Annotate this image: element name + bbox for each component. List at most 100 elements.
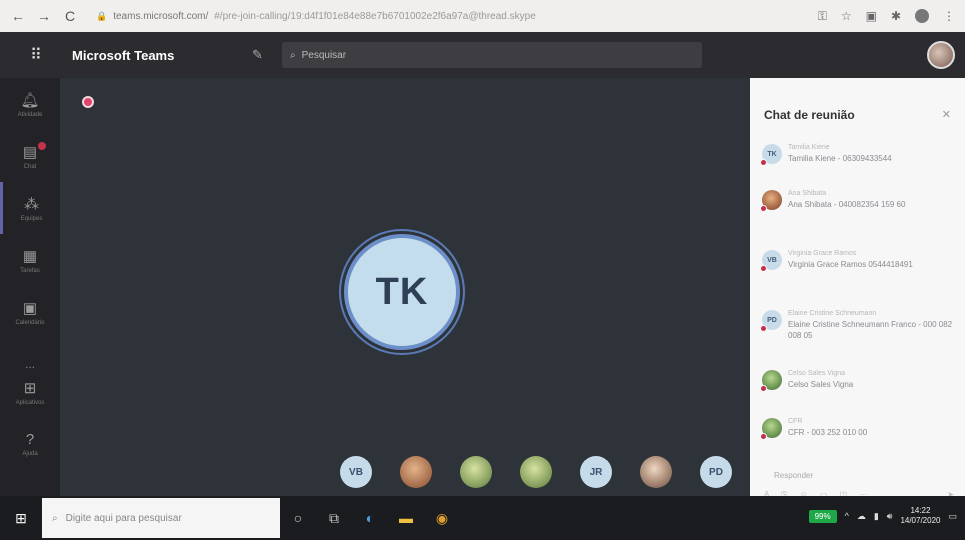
- taskbar-search-input[interactable]: ⌕ Digite aqui para pesquisar: [42, 498, 280, 538]
- app-title: Microsoft Teams: [72, 47, 175, 63]
- participant-avatar[interactable]: PD: [700, 456, 732, 488]
- task-view-icon[interactable]: ⧉: [316, 510, 352, 527]
- browser-toolbar: ← → C 🔒 teams.microsoft.com/ #/pre-join-…: [0, 0, 965, 32]
- participant-avatar[interactable]: [460, 456, 492, 488]
- rail-item-help[interactable]: ? Ajuda: [0, 418, 60, 470]
- reply-input[interactable]: Responder: [774, 471, 813, 480]
- message-text: Virginia Grace Ramos 0544418491: [788, 260, 913, 269]
- rail-item-calendar[interactable]: ▣ Calendário: [0, 286, 60, 338]
- calendar-icon: ▣: [22, 299, 38, 317]
- search-placeholder: Pesquisar: [301, 49, 347, 61]
- chat-message: Ana Shibata Ana Shibata - 040082354 159 …: [760, 190, 954, 212]
- search-input[interactable]: ⌕ Pesquisar: [282, 42, 702, 68]
- chat-icon: ▤: [22, 143, 38, 161]
- back-icon[interactable]: ←: [10, 8, 26, 24]
- browser-profile-icon[interactable]: [915, 9, 929, 23]
- left-rail: 🔔︎ Atividade ▤ Chat ⁂ Equipes ▦ Tarefas …: [0, 78, 60, 496]
- message-text: Celso Sales Vigna: [788, 380, 854, 389]
- url-path: #/pre-join-calling/19:d4f1f01e84e88e7b67…: [214, 10, 536, 22]
- puzzle-icon[interactable]: ✱: [891, 9, 901, 23]
- status-icon: [760, 265, 767, 272]
- active-speaker-avatar[interactable]: TK: [344, 234, 460, 350]
- rail-item-apps[interactable]: ⊞ Aplicativos: [0, 366, 60, 418]
- system-clock[interactable]: 14:22 14/07/2020: [900, 506, 940, 526]
- message-author: CFR: [788, 418, 803, 425]
- participant-strip: VB JR PD: [340, 456, 732, 488]
- compose-icon[interactable]: ✎: [252, 47, 282, 63]
- cloud-icon[interactable]: ☁: [857, 511, 866, 522]
- network-icon[interactable]: ▮: [874, 511, 879, 522]
- message-author: Tamilia Kiene: [788, 144, 830, 151]
- rail-item-assignments[interactable]: ▦ Tarefas: [0, 234, 60, 286]
- taskbar-search-placeholder: Digite aqui para pesquisar: [65, 512, 182, 524]
- rail-label: Equipes: [20, 215, 43, 222]
- volume-icon[interactable]: 🔊︎: [887, 511, 893, 522]
- rail-label: Chat: [23, 163, 37, 170]
- clock-time: 14:22: [910, 506, 931, 515]
- message-text: Elaine Cristine Schneumann Franco - 000 …: [788, 320, 953, 340]
- message-author: Elaine Cristine Schneumann: [788, 310, 877, 317]
- rail-label: Calendário: [15, 319, 45, 326]
- rail-item-teams[interactable]: ⁂ Equipes: [0, 182, 60, 234]
- key-icon[interactable]: ⚿: [818, 9, 827, 24]
- status-icon: [760, 385, 767, 392]
- status-icon: [760, 325, 767, 332]
- meeting-stage: TK VB JR PD: [60, 78, 750, 496]
- chat-message: Celso Sales Vigna Celso Sales Vigna: [760, 370, 954, 392]
- clock-date: 14/07/2020: [900, 516, 941, 525]
- extension-icon[interactable]: ▣: [866, 9, 877, 23]
- search-icon: ⌕: [290, 49, 296, 61]
- rail-label: Atividade: [17, 111, 43, 118]
- edge-icon[interactable]: ◐: [352, 510, 388, 526]
- system-tray: 99% ^ ☁ ▮ 🔊︎ 14:22 14/07/2020 ▭: [808, 506, 957, 526]
- rail-label: Ajuda: [22, 451, 38, 457]
- screen: ← → C 🔒 teams.microsoft.com/ #/pre-join-…: [0, 0, 965, 540]
- forward-icon[interactable]: →: [36, 8, 52, 24]
- rail-item-activity[interactable]: 🔔︎ Atividade: [0, 78, 60, 130]
- url-domain: teams.microsoft.com/: [113, 10, 209, 22]
- message-avatar: [760, 418, 782, 440]
- message-avatar: PD: [760, 310, 782, 332]
- message-text: Ana Shibata - 040082354 159 60: [788, 200, 906, 209]
- menu-icon[interactable]: ⋮: [943, 9, 955, 23]
- reload-icon[interactable]: C: [62, 8, 78, 24]
- participant-avatar[interactable]: [640, 456, 672, 488]
- status-icon: [760, 159, 767, 166]
- address-bar[interactable]: 🔒 teams.microsoft.com/ #/pre-join-callin…: [88, 5, 808, 27]
- chat-message: TK Tamilia Kiene Tamilia Kiene - 0630943…: [760, 144, 954, 166]
- message-text: Tamilia Kiene - 06309433544: [788, 154, 892, 163]
- recording-indicator: [82, 96, 94, 108]
- message-author: Celso Sales Vigna: [788, 370, 846, 377]
- cortana-icon[interactable]: ○: [280, 510, 316, 526]
- rail-item-chat[interactable]: ▤ Chat: [0, 130, 60, 182]
- taskbar: ⊞ ⌕ Digite aqui para pesquisar ○ ⧉ ◐ ▬ ◉…: [0, 496, 965, 540]
- notifications-icon[interactable]: ▭: [948, 511, 957, 522]
- status-icon: [760, 433, 767, 440]
- message-avatar: [760, 190, 782, 212]
- message-avatar: TK: [760, 144, 782, 166]
- participant-avatar[interactable]: [400, 456, 432, 488]
- rail-bottom: ⊞ Aplicativos ? Ajuda: [0, 366, 60, 470]
- rail-label: Aplicativos: [15, 399, 45, 406]
- teams-header: ⠿ Microsoft Teams ✎ ⌕ Pesquisar: [0, 32, 965, 78]
- participant-avatar[interactable]: [520, 456, 552, 488]
- close-icon[interactable]: ✕: [942, 108, 951, 121]
- chat-message: CFR CFR - 003 252 010 00: [760, 418, 954, 440]
- windows-start-icon[interactable]: ⊞: [0, 510, 42, 527]
- status-icon: [760, 205, 767, 212]
- star-icon[interactable]: ☆: [841, 9, 852, 23]
- chrome-icon[interactable]: ◉: [424, 510, 460, 527]
- file-explorer-icon[interactable]: ▬: [388, 510, 424, 526]
- message-avatar: VB: [760, 250, 782, 272]
- chat-title: Chat de reunião: [764, 108, 855, 122]
- participant-avatar[interactable]: VB: [340, 456, 372, 488]
- battery-indicator[interactable]: 99%: [808, 509, 837, 523]
- participant-avatar[interactable]: JR: [580, 456, 612, 488]
- chevron-up-icon[interactable]: ^: [845, 511, 849, 521]
- app-launcher-icon[interactable]: ⠿: [0, 45, 72, 65]
- active-speaker-initials: TK: [375, 270, 429, 313]
- lock-icon: 🔒: [96, 10, 108, 21]
- user-avatar[interactable]: [927, 41, 955, 69]
- teams-icon: ⁂: [24, 195, 39, 213]
- message-text: CFR - 003 252 010 00: [788, 428, 868, 437]
